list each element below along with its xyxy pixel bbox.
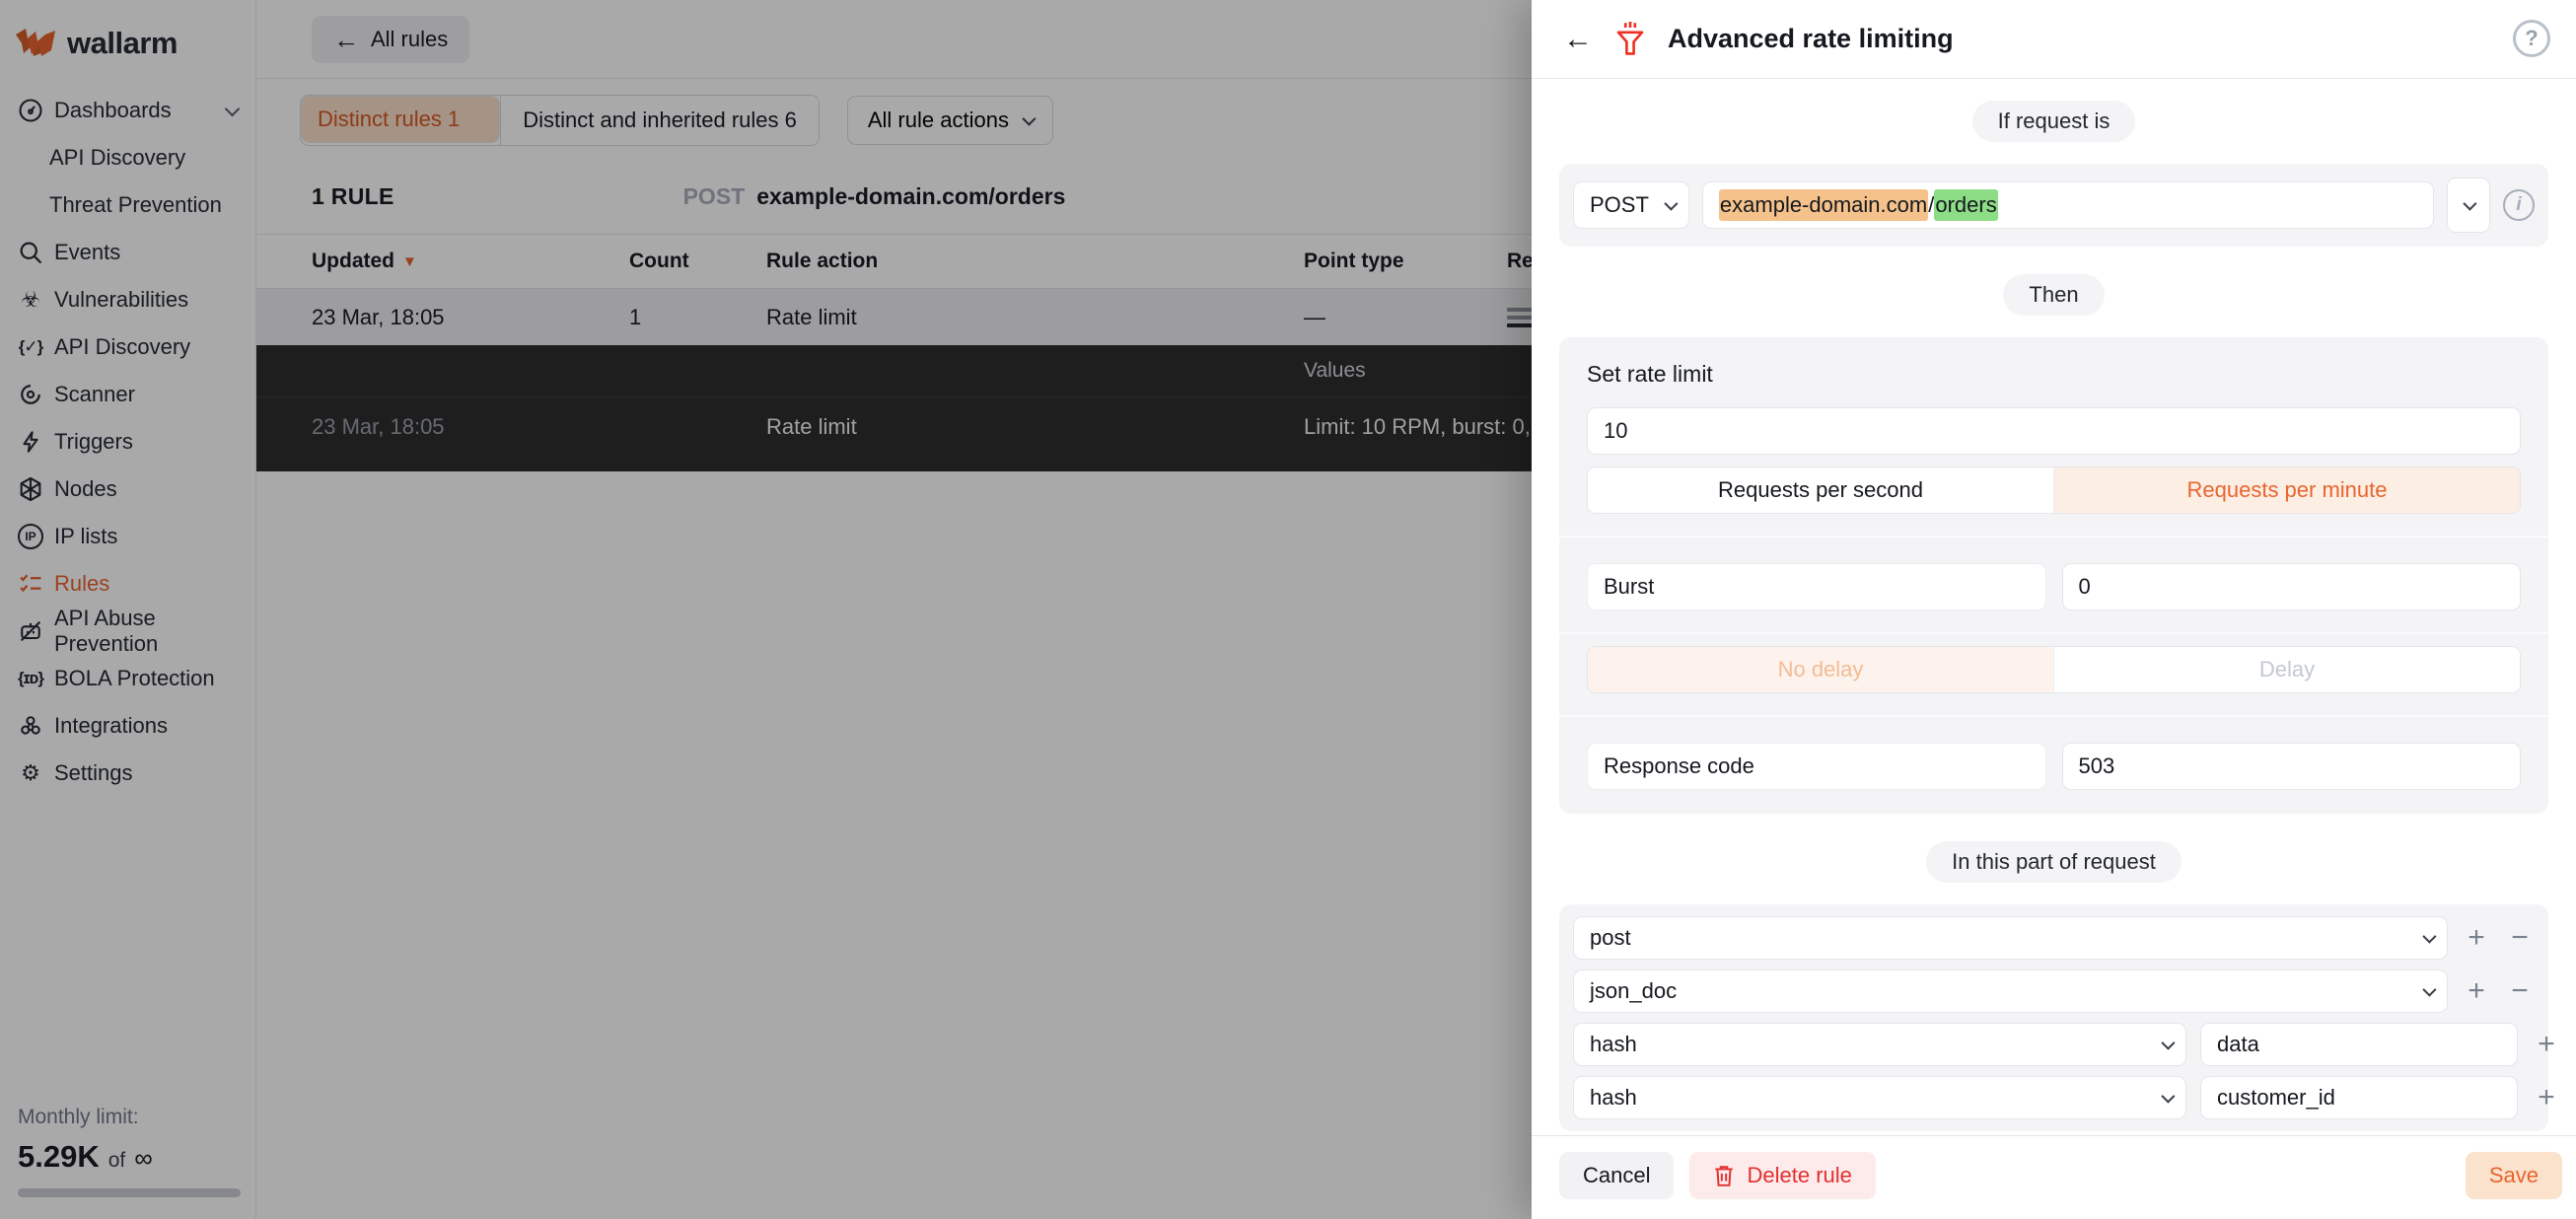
part-select-post[interactable]: post <box>1573 916 2448 960</box>
advanced-rate-limiting-panel: ← Advanced rate limiting ? If request is… <box>1532 0 2576 1219</box>
panel-body: If request is POST example-domain.com/or… <box>1532 79 2576 1135</box>
response-code-label: Response code <box>1587 743 2046 790</box>
chevron-down-icon <box>2161 1090 2175 1104</box>
expand-condition-button[interactable] <box>2447 178 2490 233</box>
save-button[interactable]: Save <box>2466 1152 2562 1199</box>
drawer-backdrop[interactable] <box>0 0 1532 1219</box>
delay-toggle: No delay Delay <box>1587 646 2521 693</box>
panel-back-button[interactable]: ← <box>1563 25 1593 54</box>
trash-icon <box>1713 1164 1735 1187</box>
wallarm-app: wallarm Dashboards API Discovery Threat … <box>0 0 2576 1219</box>
if-request-is-pill: If request is <box>1972 101 2136 142</box>
cancel-button[interactable]: Cancel <box>1559 1152 1674 1199</box>
rate-limit-input[interactable] <box>1587 407 2521 455</box>
rate-unit-toggle: Requests per second Requests per minute <box>1587 466 2521 514</box>
help-icon[interactable]: ? <box>2513 20 2550 57</box>
remove-part-icon[interactable]: − <box>2505 923 2535 953</box>
part-row-hash-data: hash + − <box>1573 1023 2535 1066</box>
part-key-input-customer-id[interactable] <box>2200 1076 2518 1119</box>
part-select-hash-2[interactable]: hash <box>1573 1076 2186 1119</box>
chevron-down-icon <box>2161 1037 2175 1050</box>
chevron-down-icon <box>2422 930 2436 944</box>
add-part-icon[interactable]: + <box>2462 976 2491 1006</box>
part-row-json-doc: json_doc + − <box>1573 969 2535 1013</box>
add-part-icon[interactable]: + <box>2532 1030 2561 1059</box>
chevron-down-icon <box>2422 983 2436 997</box>
method-select[interactable]: POST <box>1573 181 1689 229</box>
part-key-input-data[interactable] <box>2200 1023 2518 1066</box>
set-rate-limit-card: Set rate limit Requests per second Reque… <box>1559 337 2548 814</box>
info-icon[interactable]: i <box>2503 189 2535 221</box>
remove-part-icon[interactable]: − <box>2505 976 2535 1006</box>
url-host-highlight: example-domain.com <box>1719 189 1928 221</box>
chevron-down-icon <box>1664 197 1678 211</box>
add-part-icon[interactable]: + <box>2462 923 2491 953</box>
request-part-card: post + − json_doc + − hash <box>1559 904 2548 1131</box>
no-delay-option[interactable]: No delay <box>1588 647 2053 692</box>
delay-option[interactable]: Delay <box>2053 647 2520 692</box>
then-pill: Then <box>2003 274 2104 316</box>
url-input[interactable]: example-domain.com/orders <box>1702 181 2434 229</box>
part-select-hash-1[interactable]: hash <box>1573 1023 2186 1066</box>
add-part-icon[interactable]: + <box>2532 1083 2561 1112</box>
in-this-part-pill: In this part of request <box>1926 841 2182 883</box>
requests-per-minute-option[interactable]: Requests per minute <box>2053 467 2520 513</box>
set-rate-limit-title: Set rate limit <box>1587 361 2521 388</box>
panel-footer: Cancel Delete rule Save <box>1532 1135 2576 1219</box>
part-row-post: post + − <box>1573 916 2535 960</box>
part-select-json-doc[interactable]: json_doc <box>1573 969 2448 1013</box>
burst-label: Burst <box>1587 563 2046 610</box>
response-code-input[interactable] <box>2062 743 2522 790</box>
condition-group: POST example-domain.com/orders i <box>1559 164 2548 247</box>
url-path-highlight: orders <box>1934 189 1997 221</box>
rate-limit-funnel-icon <box>1614 22 1646 57</box>
chevron-down-icon <box>2463 197 2476 211</box>
burst-input[interactable] <box>2062 563 2522 610</box>
part-row-hash-customer-id: hash + − <box>1573 1076 2535 1119</box>
requests-per-second-option[interactable]: Requests per second <box>1588 467 2053 513</box>
delete-rule-button[interactable]: Delete rule <box>1689 1152 1875 1199</box>
panel-header: ← Advanced rate limiting ? <box>1532 0 2576 79</box>
panel-title: Advanced rate limiting <box>1668 24 1954 54</box>
